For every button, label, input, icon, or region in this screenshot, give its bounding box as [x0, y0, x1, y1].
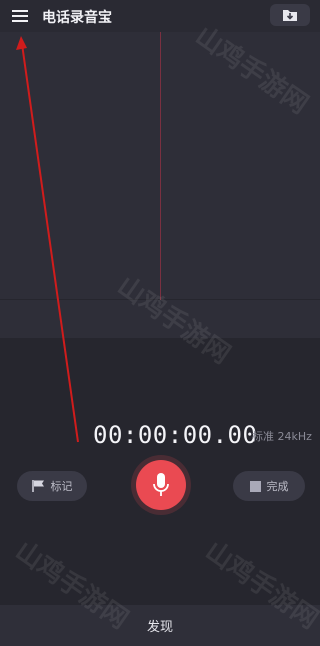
mark-button-label: 标记: [50, 480, 73, 493]
microphone-icon: [153, 473, 169, 496]
mark-button[interactable]: 标记: [17, 471, 87, 501]
stop-square-icon: [249, 480, 261, 492]
record-button[interactable]: [136, 460, 186, 510]
recordings-folder-button[interactable]: [270, 4, 310, 26]
finish-button-label: 完成: [266, 480, 289, 493]
folder-download-icon: [283, 10, 297, 21]
finish-button[interactable]: 完成: [233, 471, 305, 501]
discover-label: 发现: [146, 620, 173, 635]
playhead-line: [160, 32, 161, 300]
app-title: 电话录音宝: [42, 10, 112, 26]
recording-timer: 00:00:00.00: [93, 421, 258, 449]
menu-button[interactable]: [10, 6, 30, 26]
app-header: 电话录音宝: [0, 0, 320, 32]
audio-quality-label: 标准 24kHz: [252, 430, 312, 443]
flag-icon: [31, 480, 44, 492]
hamburger-menu-icon: [12, 10, 28, 22]
